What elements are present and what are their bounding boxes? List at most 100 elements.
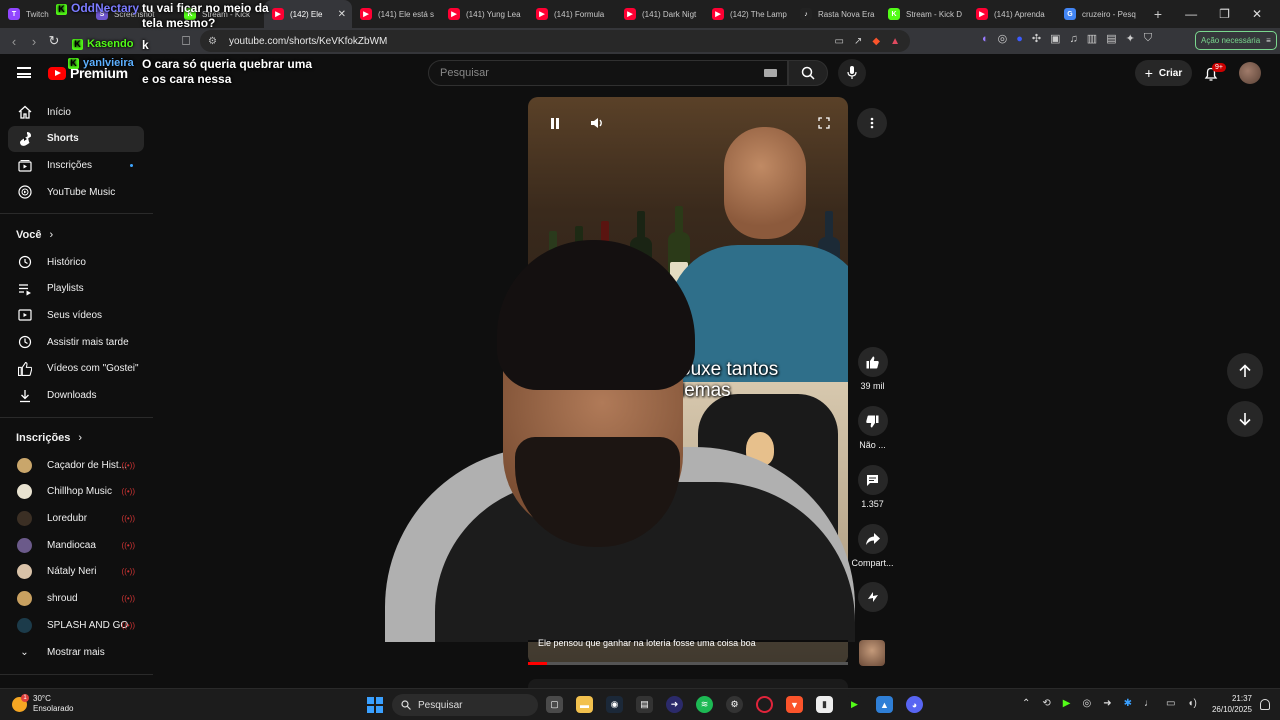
volume-icon[interactable] [590,116,604,130]
bluetooth-icon[interactable]: ✱ [1124,698,1132,709]
extension-icon[interactable]: ● [1016,33,1023,45]
pause-icon[interactable] [548,116,562,130]
more-options-button[interactable] [857,108,887,138]
reload-icon[interactable]: ↻ [44,33,64,49]
browser-tab[interactable]: Gcruzeiro - Pesq [1056,0,1144,28]
sidebar-section-subscriptions[interactable]: Inscrições › [16,432,82,444]
back-icon[interactable]: ‹ [4,34,24,49]
like-button[interactable] [857,347,888,377]
cast-icon[interactable]: ▭ [835,36,844,47]
sidebar-channel[interactable]: Caçador de Hist... ((•)) [8,452,144,478]
app-icon[interactable]: ⚙ [726,696,743,713]
media-icon[interactable]: ♫ [1070,33,1078,45]
app-icon[interactable]: ▲ [876,696,893,713]
action-required-button[interactable]: Ação necessária ≡ [1195,31,1277,50]
app-icon[interactable]: ▤ [636,696,653,713]
volume-icon[interactable]: ◖) [1187,698,1196,709]
browser-tab[interactable]: ♪ Rasta Nova Era [792,0,880,28]
sidebar-item[interactable]: YouTube Music [8,179,144,205]
leo-icon[interactable]: ✦ [1126,32,1135,45]
weather-widget[interactable]: 1 30°C Ensolarado [12,693,73,715]
sidebar-item[interactable]: Vídeos com "Gostei" [8,356,144,382]
clock[interactable]: 21:37 26/10/2025 [1208,694,1252,716]
start-icon[interactable] [367,697,383,713]
rewards-icon[interactable]: ▲ [890,36,900,47]
remix-button[interactable] [857,582,888,612]
next-short-card[interactable] [528,679,848,688]
extension-icon[interactable]: ◎ [998,32,1008,45]
browser-tab[interactable]: K Stream - Kick D [880,0,968,28]
sidebar-channel[interactable]: Loredubr ((•)) [8,505,144,531]
discord-icon[interactable]: ◕ [906,696,923,713]
extension-icon[interactable]: ◐ [982,33,989,45]
wallet-icon[interactable]: ▤ [1106,32,1116,45]
tray-app-icon[interactable]: ➜ [1103,698,1111,709]
sidebar-channel[interactable]: Nátaly Neri ((•)) [8,559,144,585]
mic-tray-icon[interactable]: ♩ [1144,698,1154,709]
menu-icon[interactable] [17,67,31,78]
forward-icon[interactable]: › [24,34,44,49]
create-button[interactable]: + Criar [1135,60,1192,86]
close-window-icon[interactable]: ✕ [1252,7,1262,21]
sidebar-channel[interactable]: shroud ((•)) [8,586,144,612]
sidebar-item[interactable]: Inscrições [8,152,144,178]
opera-icon[interactable] [756,696,773,713]
sidebar-item[interactable]: Downloads [8,383,144,409]
sidebar-item[interactable]: Seus vídeos [8,302,144,328]
screenshot-icon[interactable]: ▣ [1050,32,1060,45]
app-icon[interactable]: ➜ [666,696,683,713]
sync-icon[interactable]: ⟲ [1042,698,1050,709]
task-view-icon[interactable]: ▢ [546,696,563,713]
kick-app-icon[interactable]: ▶ [846,696,863,713]
progress-track[interactable] [528,662,848,665]
browser-tab[interactable]: ▶ (141) Dark Nigt [616,0,704,28]
steam-icon[interactable]: ◉ [606,696,623,713]
chevron-up-icon[interactable]: ⌃ [1022,698,1030,709]
sidebar-item[interactable]: Shorts [8,125,144,152]
search-button[interactable] [788,60,828,86]
taskbar-search[interactable]: Pesquisar [392,694,538,716]
dislike-button[interactable] [857,406,888,436]
tray-app-icon[interactable]: ◎ [1082,698,1091,709]
sidebar-item[interactable]: Assistir mais tarde [8,329,144,355]
maximize-icon[interactable]: ❐ [1219,7,1230,21]
browser-tab[interactable]: ▶ (141) Aprenda [968,0,1056,28]
account-avatar[interactable] [1239,62,1261,84]
sidebar-icon[interactable]: ▥ [1087,32,1097,45]
sidebar-item[interactable]: Histórico [8,249,144,275]
site-info-icon[interactable]: ⚙ [208,36,217,47]
notification-center-icon[interactable] [1260,699,1270,710]
browser-tab[interactable]: ▶ (141) Formula [528,0,616,28]
puzzle-icon[interactable]: ✣ [1032,32,1041,45]
vpn-icon[interactable]: ⛉ [1144,32,1152,45]
minimize-icon[interactable]: — [1185,7,1197,21]
sidebar-channel[interactable]: Mandiocaa ((•)) [8,532,144,558]
previous-short-button[interactable] [1227,353,1263,389]
spotify-icon[interactable]: ≋ [696,696,713,713]
bookmark-icon[interactable]: ⎕ [176,33,196,49]
tray-app-icon[interactable]: ▶ [1063,698,1071,709]
search-input[interactable]: Pesquisar [428,60,788,86]
omnibox[interactable]: ⚙ youtube.com/shorts/KeVKfokZbWM ▭ ↗ ◆ ▲ [200,30,910,52]
browser-tab[interactable]: ▶ (141) Ele está s [352,0,440,28]
short-title[interactable]: Ele pensou que ganhar na loteria fosse u… [538,638,756,649]
brave-shield-icon[interactable]: ◆ [872,36,880,47]
share-button[interactable] [857,524,888,554]
sidebar-channel[interactable]: SPLASH AND GO ((•)) [8,612,144,638]
next-short-button[interactable] [1227,401,1263,437]
sound-thumbnail[interactable] [859,640,885,666]
sidebar-item[interactable]: Playlists [8,276,144,302]
browser-tab[interactable]: ▶ (141) Yung Lea [440,0,528,28]
sidebar-item[interactable]: ⌄ Mostrar mais [8,639,144,665]
sidebar-item[interactable]: Início [8,99,144,125]
brave-icon[interactable]: ▼ [786,696,803,713]
sidebar-section-you[interactable]: Você › [16,229,53,241]
keyboard-icon[interactable] [764,69,777,77]
new-tab-button[interactable]: + [1144,6,1172,22]
voice-search-button[interactable] [838,59,866,87]
close-tab-icon[interactable]: ✕ [338,9,346,20]
browser-tab[interactable]: ▶ (142) The Lamp [704,0,792,28]
comments-button[interactable] [857,465,888,495]
network-icon[interactable]: ▭ [1166,698,1175,709]
fullscreen-icon[interactable] [817,116,831,130]
